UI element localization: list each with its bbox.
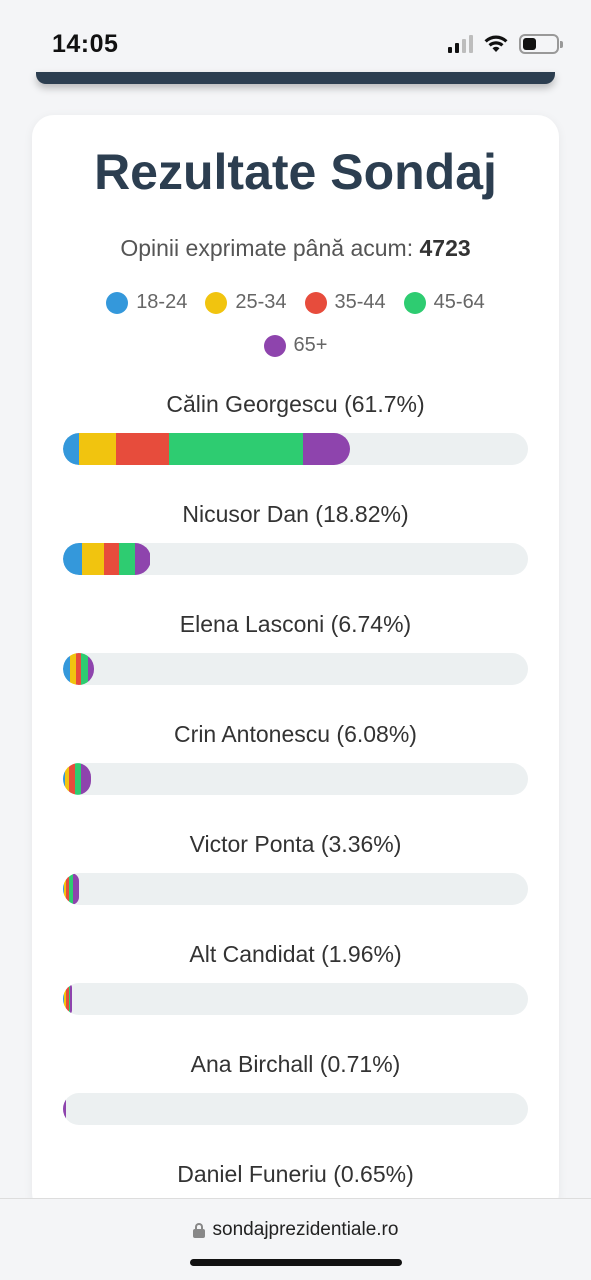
legend-item-25-34: 25-34 [205, 291, 287, 314]
candidate-row: Crin Antonescu (6.08%) [32, 715, 559, 825]
legend-label: 35-44 [334, 291, 386, 313]
vote-bar-track [63, 543, 528, 575]
candidate-label: Crin Antonescu (6.08%) [174, 721, 417, 747]
url-text: sondajprezidentiale.ro [212, 1219, 399, 1240]
vote-segment-25-34 [79, 433, 116, 465]
vote-bar-fill [63, 763, 92, 795]
candidate-label: Ana Birchall (0.71%) [190, 1051, 401, 1077]
legend-dot [304, 291, 327, 314]
status-icons [448, 34, 563, 54]
vote-segment-65plus [72, 873, 79, 905]
vote-bar-fill [63, 653, 95, 685]
candidate-row: Ana Birchall (0.71%) [32, 1045, 559, 1155]
candidate-label: Daniel Funeriu (0.65%) [177, 1161, 414, 1187]
legend-item-45-64: 45-64 [403, 291, 485, 314]
candidate-label: Alt Candidat (1.96%) [189, 941, 402, 967]
vote-bar-track [63, 653, 528, 685]
vote-bar-track [63, 983, 528, 1015]
vote-segment-18-24 [63, 433, 80, 465]
legend-label: 65+ [293, 334, 328, 356]
vote-bar-track [63, 1093, 528, 1125]
candidate-row: Călin Georgescu (61.7%) [32, 385, 559, 495]
candidate-label: Elena Lasconi (6.74%) [179, 611, 412, 637]
vote-segment-35-44 [115, 433, 170, 465]
candidate-row: Elena Lasconi (6.74%) [32, 605, 559, 715]
results-card: Rezultate Sondaj Opinii exprimate până a… [32, 115, 559, 1235]
vote-bar-track [63, 873, 528, 905]
legend-label: 25-34 [235, 291, 287, 313]
vote-segment-25-34 [82, 543, 105, 575]
legend-item-18-24: 18-24 [106, 291, 187, 314]
candidate-row: Victor Ponta (3.36%) [32, 825, 559, 935]
legend-item-35-44: 35-44 [304, 291, 386, 314]
legend-dot [403, 291, 426, 314]
status-time: 14:05 [52, 30, 119, 58]
vote-bar-fill [63, 873, 79, 905]
candidate-row: Nicusor Dan (18.82%) [32, 495, 559, 605]
home-indicator[interactable] [190, 1259, 402, 1266]
browser-bottom-bar: sondajprezidentiale.ro [0, 1198, 591, 1280]
vote-segment-65plus [70, 983, 73, 1015]
cellular-signal-icon [448, 35, 473, 53]
legend-label: 18-24 [136, 291, 188, 313]
vote-bar-fill [63, 1093, 67, 1125]
vote-segment-45-64 [169, 433, 304, 465]
lock-icon [192, 1222, 205, 1238]
legend-item-65plus: 65+ [263, 334, 328, 357]
vote-bar-track [63, 763, 528, 795]
vote-segment-65plus [135, 543, 151, 575]
header-strip [36, 72, 555, 84]
vote-segment-18-24 [63, 653, 70, 685]
vote-segment-65plus [303, 433, 350, 465]
status-bar: 14:05 [0, 0, 591, 80]
vote-segment-18-24 [63, 543, 83, 575]
votes-label: Opinii exprimate până acum: [120, 235, 420, 261]
vote-segment-65plus [80, 763, 92, 795]
candidate-label: Călin Georgescu (61.7%) [166, 391, 425, 417]
votes-count: 4723 [419, 235, 471, 261]
age-legend: 18-24 25-34 35-44 45-64 65+ [72, 291, 519, 357]
vote-segment-45-64 [119, 543, 136, 575]
vote-bar-fill [63, 543, 151, 575]
address-bar[interactable]: sondajprezidentiale.ro [0, 1219, 591, 1241]
vote-segment-35-44 [104, 543, 120, 575]
vote-segment-65plus [87, 653, 95, 685]
candidate-label: Victor Ponta (3.36%) [189, 831, 402, 857]
page-title: Rezultate Sondaj [94, 144, 497, 200]
candidate-label: Nicusor Dan (18.82%) [182, 501, 409, 527]
vote-bar-fill [63, 433, 350, 465]
candidate-list: Călin Georgescu (61.7%) Nicusor Dan (18.8… [32, 385, 559, 1265]
vote-bar-track [63, 433, 528, 465]
legend-dot [205, 291, 228, 314]
candidate-row: Alt Candidat (1.96%) [32, 935, 559, 1045]
wifi-icon [484, 35, 508, 52]
vote-bar-fill [63, 983, 73, 1015]
vote-segment-65plus [63, 1093, 67, 1125]
legend-label: 45-64 [433, 291, 485, 313]
legend-dot [263, 334, 286, 357]
legend-dot [106, 291, 129, 314]
battery-icon [519, 34, 563, 54]
votes-counter: Opinii exprimate până acum: 4723 [32, 235, 559, 262]
